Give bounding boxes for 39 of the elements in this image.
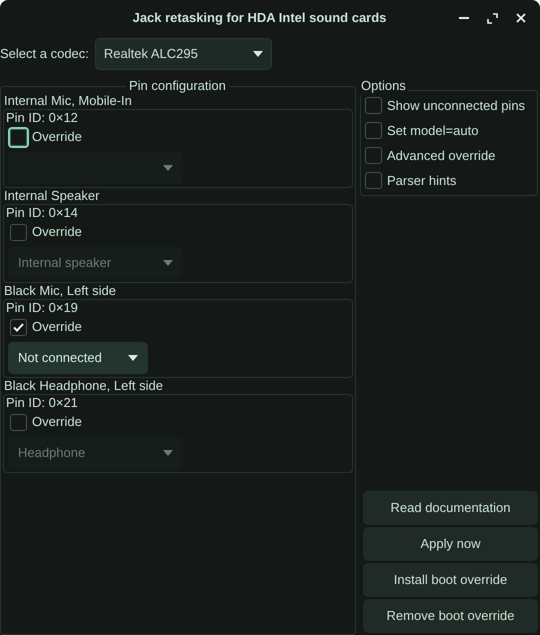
option-label: Advanced override: [387, 146, 496, 165]
checkbox[interactable]: [10, 318, 27, 336]
close-icon[interactable]: [516, 13, 526, 23]
codec-label: Select a codec:: [0, 45, 89, 64]
pin-name: Black Mic, Left side: [3, 283, 117, 299]
pin-id: Pin ID: 0×12: [5, 110, 79, 126]
override-label: Override: [32, 223, 82, 242]
maximize-icon[interactable]: [487, 12, 498, 24]
check-icon: [13, 322, 24, 332]
pin-name: Black Headphone, Left side: [3, 378, 164, 394]
checkbox[interactable]: [365, 172, 382, 189]
checkbox[interactable]: [10, 224, 27, 240]
caret-icon: [163, 165, 173, 171]
caret-icon: [252, 51, 263, 57]
pin-name: Internal Speaker: [3, 188, 100, 204]
caret-icon: [163, 260, 173, 266]
pin-id: Pin ID: 0×14: [5, 205, 79, 221]
pin-type-dropdown[interactable]: Not connected: [8, 342, 148, 374]
action-button[interactable]: Read documentation: [363, 491, 538, 525]
override-label: Override: [32, 413, 82, 432]
option-label: Show unconnected pins: [387, 96, 526, 115]
override-label: Override: [32, 128, 82, 146]
checkbox[interactable]: [365, 97, 382, 114]
checkbox[interactable]: [10, 414, 27, 430]
caret-icon: [163, 450, 173, 456]
caret-icon: [128, 355, 138, 361]
override-label: Override: [32, 318, 82, 336]
pin-id: Pin ID: 0×19: [5, 300, 79, 316]
action-button[interactable]: Install boot override: [363, 563, 538, 597]
checkbox[interactable]: [365, 122, 382, 139]
pin-id: Pin ID: 0×21: [5, 395, 79, 411]
option-label: Set model=auto: [387, 122, 478, 140]
window-title: Jack retasking for HDA Intel sound cards: [132, 9, 388, 28]
codec-dropdown[interactable]: Realtek ALC295: [94, 38, 272, 70]
option-label: Parser hints: [387, 172, 456, 190]
action-button[interactable]: Remove boot override: [363, 599, 538, 633]
checkbox[interactable]: [365, 147, 382, 164]
action-button[interactable]: Apply now: [363, 527, 538, 561]
pin-name: Internal Mic, Mobile-In: [3, 93, 133, 109]
